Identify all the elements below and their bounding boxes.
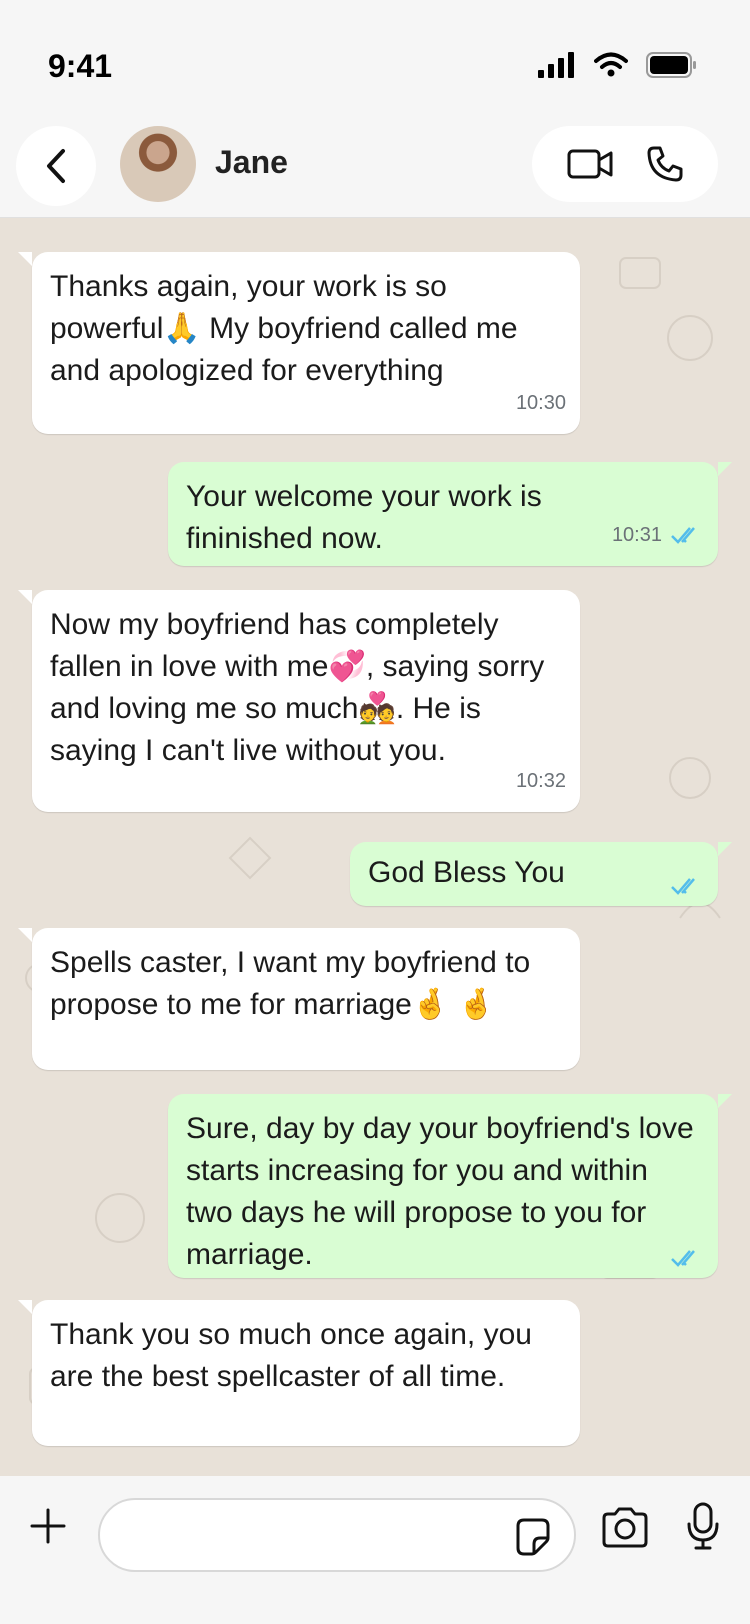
message-incoming[interactable]: Thanks again, your work is so powerful🙏 … xyxy=(18,252,580,434)
battery-icon xyxy=(646,52,696,78)
message-meta: 10:32 xyxy=(516,760,566,802)
status-bar: 9:41 xyxy=(0,0,750,120)
message-time: 10:30 xyxy=(515,392,566,414)
message-text: Thank you so much once again, you are th… xyxy=(50,1318,532,1393)
video-call-icon[interactable] xyxy=(567,147,613,181)
message-text: Now my boyfriend has completely fallen i… xyxy=(50,608,545,767)
message-meta xyxy=(670,1248,704,1268)
message-text: Spells caster, I want my boyfriend to pr… xyxy=(50,946,531,1021)
microphone-icon[interactable] xyxy=(686,1502,720,1550)
message-incoming[interactable]: Thank you so much once again, you are th… xyxy=(18,1300,580,1446)
read-receipt-icon xyxy=(671,878,695,895)
avatar[interactable] xyxy=(120,126,196,202)
message-meta xyxy=(670,876,704,896)
message-text: Thanks again, your work is so powerful🙏 … xyxy=(50,270,518,387)
call-actions xyxy=(532,126,718,202)
chevron-left-icon xyxy=(47,149,65,183)
chat-area[interactable]: Thanks again, your work is so powerful🙏 … xyxy=(0,218,750,1476)
cellular-signal-icon xyxy=(538,52,574,78)
message-time: 10:31 xyxy=(611,524,662,546)
message-incoming[interactable]: Spells caster, I want my boyfriend to pr… xyxy=(18,928,580,1070)
message-input-wrapper xyxy=(98,1498,576,1572)
composer-bar xyxy=(0,1476,750,1624)
contact-name[interactable]: Jane xyxy=(215,144,288,181)
read-receipt-icon xyxy=(671,1250,695,1267)
message-outgoing[interactable]: Your welcome your work is fininished now… xyxy=(168,462,732,566)
camera-icon[interactable] xyxy=(600,1506,650,1548)
message-incoming[interactable]: Now my boyfriend has completely fallen i… xyxy=(18,590,580,812)
back-button[interactable] xyxy=(16,126,96,206)
message-meta: 10:31 xyxy=(612,514,704,556)
message-text: God Bless You xyxy=(368,856,565,889)
message-meta: 10:30 xyxy=(516,382,566,424)
message-outgoing[interactable]: God Bless You xyxy=(350,842,732,906)
message-input[interactable] xyxy=(124,1500,494,1570)
message-time: 10:32 xyxy=(515,770,566,792)
chat-header: Jane xyxy=(0,120,750,218)
plus-icon[interactable] xyxy=(28,1506,68,1546)
wifi-icon xyxy=(594,52,628,77)
phone-call-icon[interactable] xyxy=(646,145,684,183)
status-icons xyxy=(538,52,698,78)
sticker-icon[interactable] xyxy=(512,1516,552,1556)
status-time: 9:41 xyxy=(48,48,113,84)
read-receipt-icon xyxy=(671,527,695,544)
message-outgoing[interactable]: Sure, day by day your boyfriend's love s… xyxy=(168,1094,732,1278)
message-text: Your welcome your work is fininished now… xyxy=(186,480,542,555)
message-text: Sure, day by day your boyfriend's love s… xyxy=(186,1112,694,1271)
